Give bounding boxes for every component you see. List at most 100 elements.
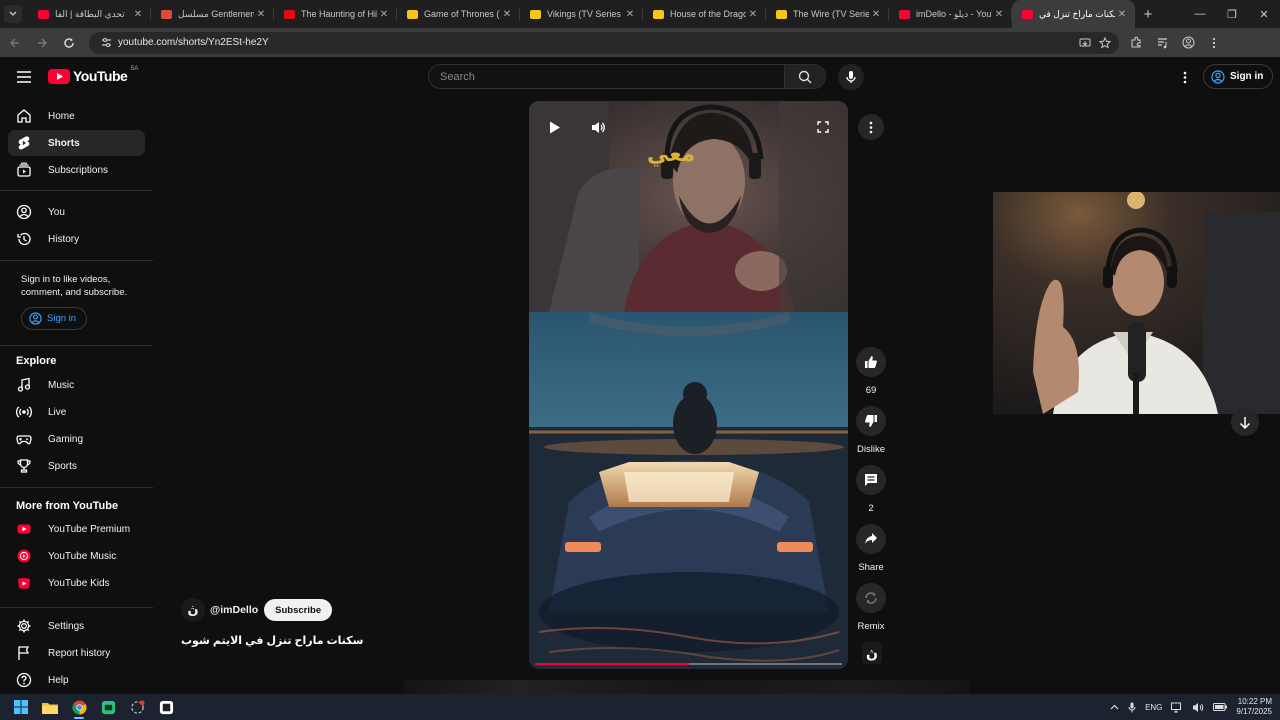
sidebar-item-shorts[interactable]: Shorts — [8, 130, 145, 156]
short-title[interactable]: سكنات ماراح تنزل في الايتم شوب — [181, 634, 363, 647]
microphone-tray-icon[interactable] — [1128, 702, 1136, 713]
next-short-button[interactable] — [1231, 408, 1259, 436]
reload-button[interactable] — [57, 31, 81, 55]
browser-tab[interactable]: House of the Dragon ✕ — [643, 0, 766, 28]
youtube-logo[interactable]: YouTube SA — [48, 66, 138, 84]
menu-icon[interactable] — [14, 67, 34, 87]
sidebar-item-live[interactable]: Live — [8, 399, 145, 425]
play-button[interactable] — [542, 114, 568, 140]
sidebar-item-music[interactable]: Music — [8, 372, 145, 398]
like-button[interactable] — [856, 347, 886, 377]
flag-icon — [16, 645, 32, 661]
browser-tab[interactable]: مسلسل Gentlemen The✕ — [151, 0, 274, 28]
chevron-up-icon[interactable] — [1110, 704, 1119, 710]
tvtime-favicon-icon — [161, 9, 172, 19]
sidebar-item-home[interactable]: Home — [8, 103, 145, 129]
header-sign-in-button[interactable]: Sign in — [1203, 64, 1274, 89]
clock-time: 10:22 PM — [1237, 697, 1272, 706]
chrome-icon — [71, 699, 87, 715]
shorts-player[interactable]: معي — [529, 101, 848, 669]
new-tab-button[interactable]: + — [1135, 6, 1161, 23]
tab-title: The Haunting of Hill H — [301, 9, 377, 19]
close-tab-icon[interactable]: ✕ — [254, 9, 268, 20]
battery-icon[interactable] — [1213, 703, 1228, 711]
sidebar-item-youtube-music[interactable]: YouTube Music — [8, 543, 145, 569]
sidebar-item-sports[interactable]: Sports — [8, 453, 145, 479]
sidebar-item-report-history[interactable]: Report history — [8, 640, 145, 666]
back-button[interactable] — [3, 31, 27, 55]
browser-tab[interactable]: تحدي البطاقة | الفا ✕ — [28, 0, 151, 28]
forward-button[interactable] — [30, 31, 54, 55]
browser-tab[interactable]: The Haunting of Hill H✕ — [274, 0, 397, 28]
channel-avatar-small[interactable]: ڽ — [862, 642, 882, 664]
restore-button[interactable]: ❐ — [1216, 0, 1248, 28]
search-input[interactable] — [429, 65, 784, 88]
webcam-overlay — [993, 192, 1280, 414]
dislike-button[interactable] — [856, 406, 886, 436]
bookmark-star-icon[interactable] — [1099, 36, 1111, 49]
browser-tab[interactable]: The Wire (TV Series 2✕ — [766, 0, 889, 28]
browser-tab[interactable]: سكنات ماراح تنزل في ✕ — [1012, 0, 1135, 28]
comments-button[interactable] — [856, 465, 886, 495]
app-button-recording[interactable] — [124, 694, 150, 720]
browser-tab[interactable]: imDello - ديلو - YouTu✕ — [889, 0, 1012, 28]
close-tab-icon[interactable]: ✕ — [869, 9, 883, 20]
tab-search-button[interactable] — [4, 5, 22, 23]
app-button-dark[interactable] — [153, 694, 179, 720]
media-controls-icon[interactable] — [1151, 32, 1173, 54]
sidebar-item-help[interactable]: Help — [8, 667, 145, 693]
mute-button[interactable] — [585, 114, 611, 140]
install-app-icon[interactable] — [1079, 37, 1091, 49]
search-button[interactable] — [784, 65, 825, 88]
browser-tab[interactable]: Game of Thrones (TV✕ — [397, 0, 520, 28]
sidebar-item-gaming[interactable]: Gaming — [8, 426, 145, 452]
browser-tab[interactable]: Vikings (TV Series 20✕ — [520, 0, 643, 28]
network-icon[interactable] — [1171, 702, 1183, 713]
app-button-green[interactable] — [95, 694, 121, 720]
share-button[interactable] — [856, 524, 886, 554]
sidebar-sign-in-button[interactable]: Sign in — [21, 307, 88, 330]
sidebar-item-label: YouTube Music — [48, 550, 117, 562]
file-explorer-button[interactable] — [37, 694, 63, 720]
site-settings-icon[interactable] — [99, 36, 113, 50]
music-icon — [16, 377, 32, 393]
help-icon — [16, 672, 32, 688]
close-tab-icon[interactable]: ✕ — [746, 9, 760, 20]
browser-menu-icon[interactable] — [1203, 32, 1225, 54]
channel-avatar[interactable]: ڽ — [181, 598, 205, 622]
channel-handle[interactable]: @imDello — [210, 604, 258, 616]
settings-menu-button[interactable] — [1176, 68, 1194, 86]
video-progress-bar[interactable] — [535, 663, 842, 665]
clock[interactable]: 10:22 PM 9/17/2025 — [1236, 697, 1272, 717]
subscribe-button[interactable]: Subscribe — [264, 599, 333, 621]
remix-button[interactable] — [856, 583, 886, 613]
language-indicator[interactable]: ENG — [1145, 703, 1162, 712]
start-button[interactable] — [8, 694, 34, 720]
close-tab-icon[interactable]: ✕ — [1115, 9, 1129, 20]
profile-icon[interactable] — [1177, 32, 1199, 54]
chrome-button[interactable] — [66, 694, 92, 720]
address-bar[interactable]: youtube.com/shorts/Yn2ESt-he2Y — [89, 31, 1119, 54]
close-tab-icon[interactable]: ✕ — [992, 9, 1006, 20]
remix-action: Remix — [852, 583, 890, 632]
next-short-preview[interactable] — [404, 680, 970, 694]
close-tab-icon[interactable]: ✕ — [500, 9, 514, 20]
user-icon — [16, 204, 32, 220]
live-icon — [16, 404, 32, 420]
volume-tray-icon[interactable] — [1192, 702, 1204, 713]
sidebar-item-youtube-kids[interactable]: YouTube Kids — [8, 570, 145, 596]
close-tab-icon[interactable]: ✕ — [377, 9, 391, 20]
sidebar-item-history[interactable]: History — [8, 226, 145, 252]
close-tab-icon[interactable]: ✕ — [623, 9, 637, 20]
sidebar-item-settings[interactable]: Settings — [8, 613, 145, 639]
minimize-button[interactable]: — — [1184, 0, 1216, 28]
short-more-options-button[interactable] — [858, 114, 884, 140]
close-tab-icon[interactable]: ✕ — [131, 9, 145, 20]
sidebar-item-you[interactable]: You — [8, 199, 145, 225]
sidebar-item-youtube-premium[interactable]: YouTube Premium — [8, 516, 145, 542]
sidebar-item-subscriptions[interactable]: Subscriptions — [8, 157, 145, 183]
voice-search-button[interactable] — [838, 64, 864, 90]
close-window-button[interactable]: ✕ — [1248, 0, 1280, 28]
extensions-icon[interactable] — [1125, 32, 1147, 54]
fullscreen-button[interactable] — [810, 114, 836, 140]
